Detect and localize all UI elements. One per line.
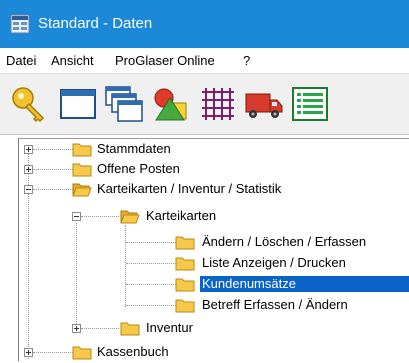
tree-node-betreff-erfassen-aendern[interactable]: Betreff Erfassen / Ändern bbox=[19, 295, 409, 315]
folder-icon bbox=[175, 276, 195, 292]
expand-button[interactable] bbox=[24, 165, 33, 174]
folder-icon bbox=[72, 344, 92, 360]
collapse-button[interactable] bbox=[72, 212, 81, 221]
tree-label: Karteikarten / Inventur / Statistik bbox=[97, 181, 282, 196]
folder-open-icon bbox=[72, 181, 92, 197]
menu-datei[interactable]: Datei bbox=[6, 53, 36, 68]
tree-label: Betreff Erfassen / Ändern bbox=[202, 297, 348, 312]
tree-label: Kassenbuch bbox=[97, 344, 169, 359]
tree-node-kundenumsaetze[interactable]: Kundenumsätze bbox=[19, 274, 409, 294]
tree-label: Karteikarten bbox=[146, 208, 217, 223]
app-grid-icon[interactable] bbox=[10, 14, 30, 34]
tree-label-selected: Kundenumsätze bbox=[200, 276, 409, 292]
folder-icon bbox=[175, 297, 195, 313]
tree-node-liste-anzeigen-drucken[interactable]: Liste Anzeigen / Drucken bbox=[19, 253, 409, 273]
folder-icon bbox=[72, 141, 92, 157]
tree-node-kassenbuch[interactable]: Kassenbuch bbox=[19, 342, 409, 362]
tree-node-karteikarten[interactable]: Karteikarten bbox=[19, 206, 409, 226]
collapse-button[interactable] bbox=[24, 185, 33, 194]
list-icon[interactable] bbox=[290, 84, 330, 124]
folder-icon bbox=[175, 255, 195, 271]
folder-icon bbox=[72, 161, 92, 177]
tree-label: Inventur bbox=[146, 320, 193, 335]
menu-ansicht[interactable]: Ansicht bbox=[51, 53, 94, 68]
window-icon[interactable] bbox=[58, 84, 98, 124]
folder-icon bbox=[120, 320, 140, 336]
expand-button[interactable] bbox=[24, 348, 33, 357]
tree-label: Offene Posten bbox=[97, 161, 180, 176]
menu-help[interactable]: ? bbox=[243, 53, 250, 68]
tree-node-stammdaten[interactable]: Stammdaten bbox=[19, 139, 409, 159]
expand-button[interactable] bbox=[24, 145, 33, 154]
menu-proglaser-online[interactable]: ProGlaser Online bbox=[115, 53, 215, 68]
cascade-windows-icon[interactable] bbox=[104, 84, 144, 124]
toolbar bbox=[0, 74, 409, 135]
key-icon[interactable] bbox=[10, 84, 50, 124]
tree-label: Stammdaten bbox=[97, 141, 171, 156]
grid-icon[interactable] bbox=[198, 84, 238, 124]
folder-icon bbox=[175, 234, 195, 250]
shapes-icon[interactable] bbox=[150, 84, 190, 124]
menu-bar: Datei Ansicht ProGlaser Online ? bbox=[0, 48, 409, 74]
tree-label: Ändern / Löschen / Erfassen bbox=[202, 234, 367, 249]
window-title: Standard - Daten bbox=[38, 15, 153, 32]
tree-label: Liste Anzeigen / Drucken bbox=[202, 255, 346, 270]
tree-node-offene-posten[interactable]: Offene Posten bbox=[19, 159, 409, 179]
navigation-tree: Stammdaten Offene Posten Karteikarten / … bbox=[18, 138, 409, 361]
title-bar: Standard - Daten bbox=[0, 0, 409, 48]
truck-icon[interactable] bbox=[244, 84, 284, 124]
folder-open-icon bbox=[120, 208, 140, 224]
tree-node-inventur[interactable]: Inventur bbox=[19, 318, 409, 338]
expand-button[interactable] bbox=[72, 324, 81, 333]
tree-node-karteikarten-inventur-statistik[interactable]: Karteikarten / Inventur / Statistik bbox=[19, 179, 409, 199]
tree-node-aendern-loeschen-erfassen[interactable]: Ändern / Löschen / Erfassen bbox=[19, 232, 409, 252]
